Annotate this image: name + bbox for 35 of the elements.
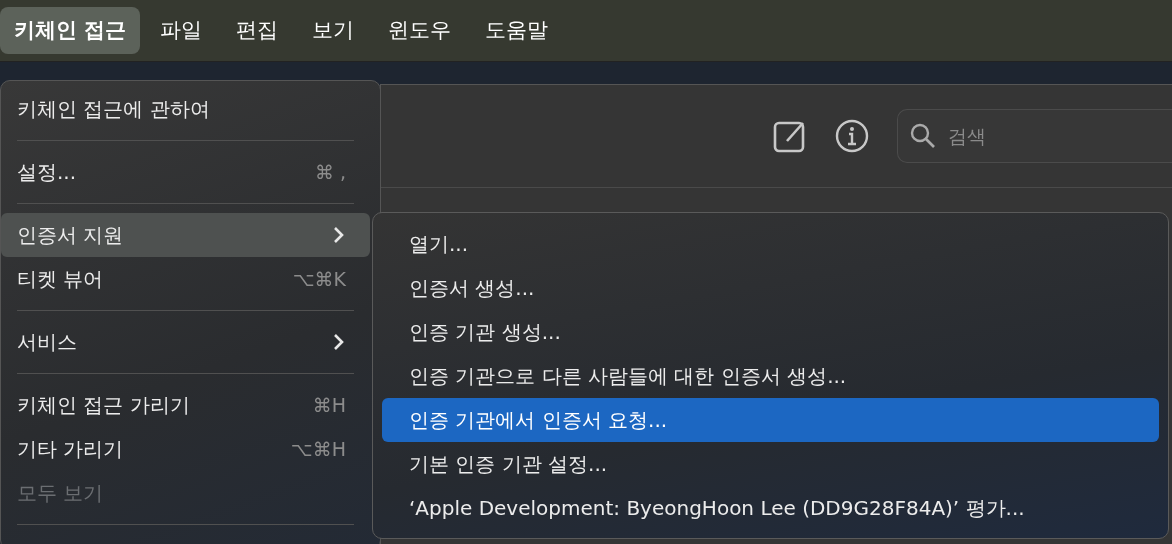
menu-item[interactable]: 키체인 접근에 관하여 [1,87,370,131]
submenu-item[interactable]: 인증 기관에서 인증서 요청... [382,398,1159,442]
menu-item-label: 모두 보기 [17,480,104,507]
menu-item-label: 서비스 [17,329,77,356]
menu-bar-item[interactable]: 도움말 [471,6,563,55]
menu-item[interactable]: 인증서 지원 [1,213,370,257]
shortcut-label: ⌘H [312,392,346,418]
submenu-item[interactable]: ‘Apple Development: ByeongHoon Lee (DD9G28F84A)’ 평가... [382,486,1159,530]
submenu-item[interactable]: 열기... [382,222,1159,266]
menu-item[interactable]: 기타 가리기 ⌥⌘H [1,427,370,471]
menu-item[interactable]: 설정... ⌘ , [1,150,370,194]
shortcut-label: ⌥⌘H [290,436,346,462]
menu-bar-item[interactable]: 편집 [222,6,293,55]
submenu-item[interactable]: 인증 기관 생성... [382,310,1159,354]
submenu-item[interactable]: 인증서 생성... [382,266,1159,310]
menu-item[interactable]: 키체인 접근 가리기 ⌘H [1,383,370,427]
search-field[interactable]: 검색 [897,109,1172,163]
menu-item-label: 티켓 뷰어 [17,266,104,293]
submenu-item[interactable]: 기본 인증 기관 설정... [382,442,1159,486]
info-icon[interactable] [835,119,869,153]
menu-item[interactable]: 서비스 [1,320,370,364]
menu-item-label: 기타 가리기 [17,436,124,463]
shortcut-label: ⌘ , [314,159,346,185]
menu-item-label: 키체인 접근 가리기 [17,392,190,419]
menu-item[interactable]: 티켓 뷰어 ⌥⌘K [1,257,370,301]
menu-item-label: 설정... [17,159,77,186]
menu-bar-item[interactable]: 윈도우 [374,6,466,55]
menu-bar-item[interactable]: 보기 [298,6,369,55]
shortcut-label: ⌥⌘K [292,266,346,292]
menu-item-label: 인증서 지원 [17,222,124,249]
menu-item-label: 키체인 접근에 관하여 [17,96,210,123]
menu-bar-item[interactable]: 파일 [146,6,217,55]
menu-bar-item[interactable]: 키체인 접근 [0,6,141,55]
compose-icon[interactable] [773,119,807,153]
submenu-item[interactable]: 인증 기관으로 다른 사람들에 대한 인증서 생성... [382,354,1159,398]
